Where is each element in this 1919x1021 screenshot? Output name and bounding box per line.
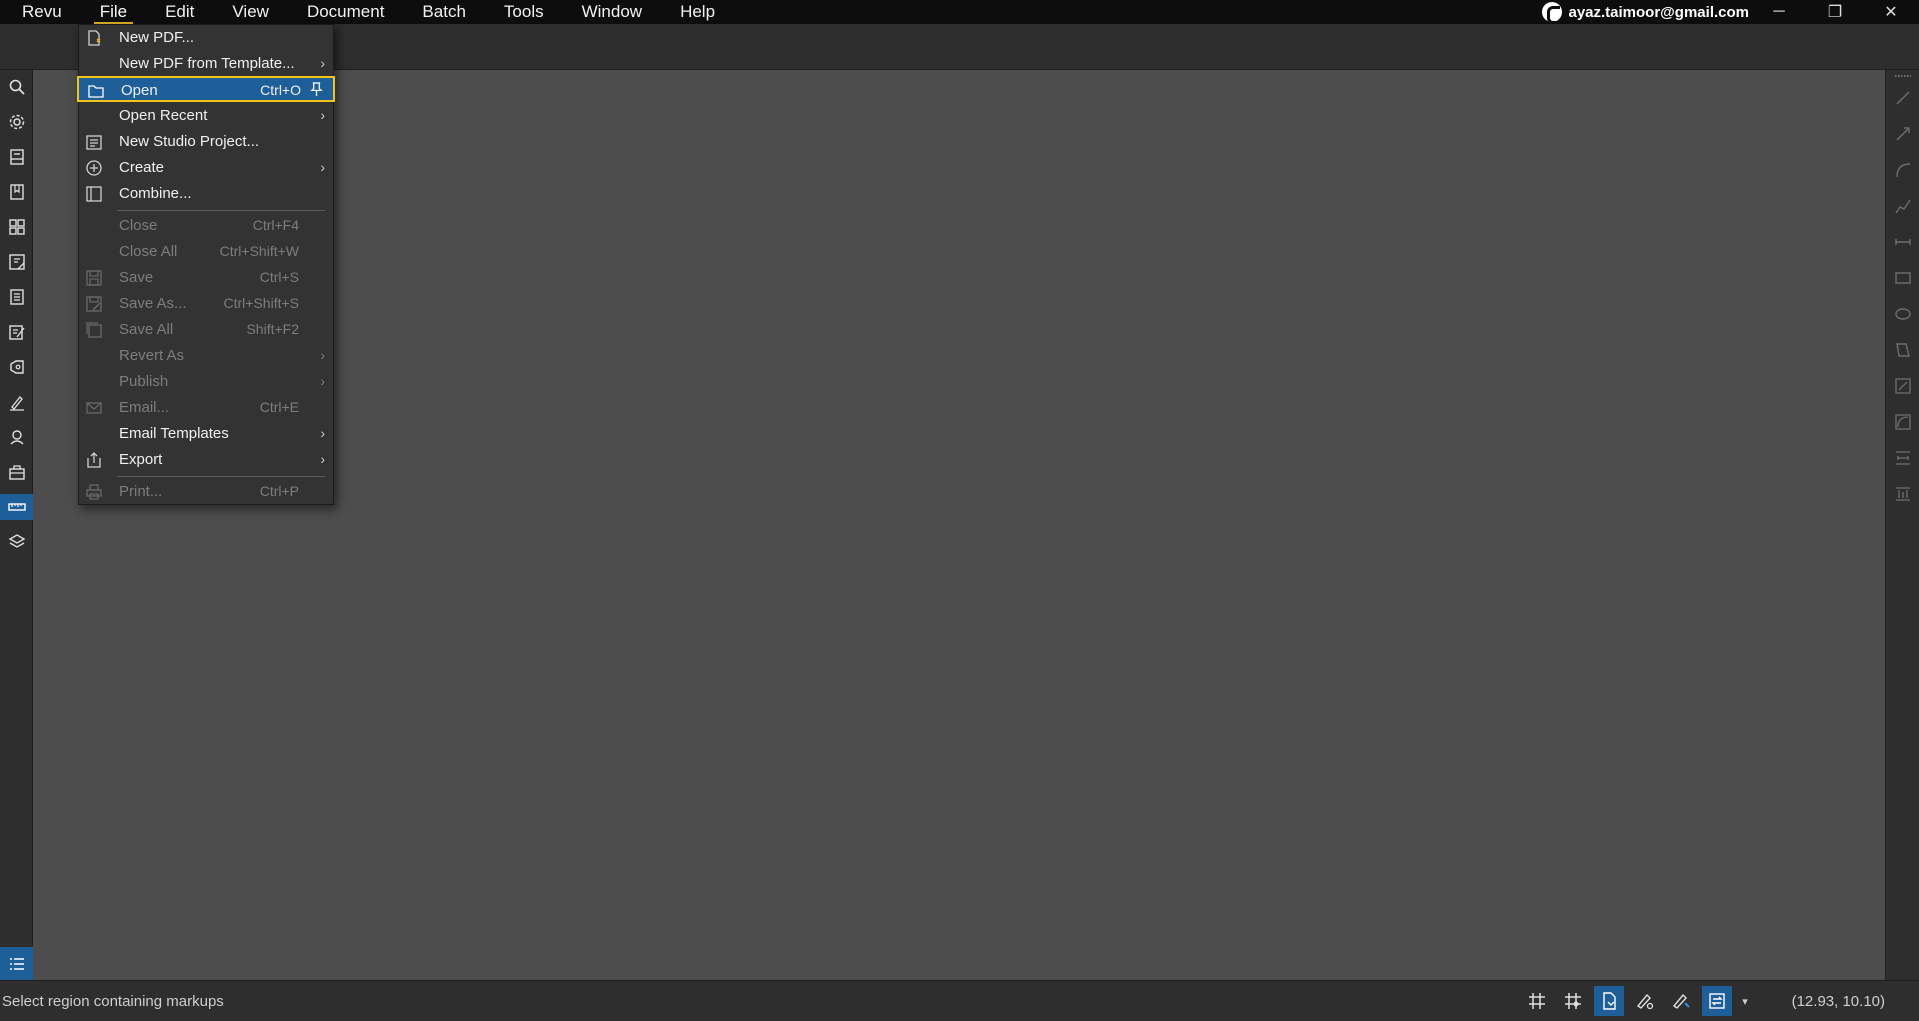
menu-item-new-studio-project[interactable]: New Studio Project...	[79, 129, 333, 155]
status-bar: Select region containing markups ▾ (12.9	[0, 980, 1919, 1021]
properties-icon[interactable]	[4, 284, 30, 310]
chevron-right-icon: ›	[320, 373, 325, 389]
bookmarks-icon[interactable]	[4, 179, 30, 205]
save-as-icon	[84, 294, 104, 314]
status-message: Select region containing markups	[2, 993, 224, 1010]
menu-window[interactable]: Window	[563, 0, 661, 24]
menu-batch[interactable]: Batch	[403, 0, 484, 24]
folder-icon	[86, 81, 106, 101]
menu-document[interactable]: Document	[288, 0, 403, 24]
chevron-down-icon[interactable]: ▾	[1738, 986, 1752, 1016]
area-tool-icon[interactable]	[1893, 376, 1913, 396]
dimension-tool-icon[interactable]	[1893, 232, 1913, 252]
arc-tool-icon[interactable]	[1893, 160, 1913, 180]
menu-tools[interactable]: Tools	[485, 0, 563, 24]
menu-item-create[interactable]: Create ›	[79, 155, 333, 181]
menu-item-save-all[interactable]: Save All Shift+F2	[79, 317, 333, 343]
menu-item-close-all[interactable]: Close All Ctrl+Shift+W	[79, 239, 333, 265]
studio-project-icon	[84, 132, 104, 152]
menu-separator	[117, 210, 325, 211]
window-controls: ─ ❐ ✕	[1751, 0, 1919, 24]
sync-icon[interactable]	[1702, 986, 1732, 1016]
bluebeam-logo-icon	[1542, 2, 1563, 24]
places-icon[interactable]	[4, 424, 30, 450]
left-panel-bar	[0, 70, 33, 980]
snap-to-content-icon[interactable]	[1594, 986, 1624, 1016]
chevron-right-icon: ›	[320, 451, 325, 467]
markups-list-icon[interactable]	[4, 319, 30, 345]
right-tool-bar	[1885, 70, 1919, 980]
menu-item-save-as[interactable]: Save As... Ctrl+Shift+S	[79, 291, 333, 317]
chevron-right-icon: ›	[320, 159, 325, 175]
new-pdf-icon	[84, 28, 104, 48]
thumbnails-icon[interactable]	[4, 214, 30, 240]
ellipse-tool-icon[interactable]	[1893, 304, 1913, 324]
sheets-icon[interactable]	[4, 249, 30, 275]
save-all-icon	[84, 320, 104, 340]
close-button[interactable]: ✕	[1863, 0, 1919, 24]
menu-item-save[interactable]: Save Ctrl+S	[79, 265, 333, 291]
gear-icon[interactable]	[4, 109, 30, 135]
snap-to-grid-icon[interactable]	[1558, 986, 1588, 1016]
account-button[interactable]: ayaz.taimoor@gmail.com	[1542, 0, 1749, 24]
export-icon	[84, 450, 104, 470]
menu-revu[interactable]: Revu	[0, 0, 81, 24]
cursor-coordinates: (12.93, 10.10)	[1791, 993, 1885, 1010]
combine-icon	[84, 184, 104, 204]
print-icon	[84, 482, 104, 502]
reuse-markup-icon[interactable]	[1666, 986, 1696, 1016]
grid-icon[interactable]	[1522, 986, 1552, 1016]
file-access-icon[interactable]	[4, 144, 30, 170]
save-icon	[84, 268, 104, 288]
menu-file[interactable]: File	[81, 0, 146, 24]
status-toolbar: ▾	[1522, 986, 1752, 1016]
arrow-tool-icon[interactable]	[1893, 124, 1913, 144]
menu-view[interactable]: View	[213, 0, 288, 24]
menu-help[interactable]: Help	[661, 0, 734, 24]
markups-list-toggle-icon[interactable]	[0, 947, 33, 980]
revu-window: Revu File Edit View Document Batch Tools…	[0, 0, 1919, 1021]
menu-item-email-templates[interactable]: Email Templates ›	[79, 421, 333, 447]
menu-item-open[interactable]: Open Ctrl+O	[77, 76, 335, 102]
menu-item-export[interactable]: Export ›	[79, 447, 333, 473]
file-menu-dropdown: New PDF... New PDF from Template... › Op…	[77, 24, 335, 505]
tool-chest-icon[interactable]	[4, 354, 30, 380]
line-tool-icon[interactable]	[1893, 88, 1913, 108]
menu-item-open-recent[interactable]: Open Recent ›	[79, 103, 333, 129]
signatures-icon[interactable]	[4, 389, 30, 415]
menu-separator	[117, 476, 325, 477]
chevron-right-icon: ›	[320, 347, 325, 363]
menu-bar: Revu File Edit View Document Batch Tools…	[0, 0, 1919, 24]
menu-item-publish[interactable]: Publish ›	[79, 369, 333, 395]
chevron-right-icon: ›	[320, 425, 325, 441]
count-tool-icon[interactable]	[1893, 484, 1913, 504]
menu-item-print[interactable]: Print... Ctrl+P	[79, 479, 333, 505]
perimeter-tool-icon[interactable]	[1893, 412, 1913, 432]
email-icon	[84, 398, 104, 418]
snap-to-markup-icon[interactable]	[1630, 986, 1660, 1016]
chevron-right-icon: ›	[320, 107, 325, 123]
menu-item-new-pdf[interactable]: New PDF...	[79, 25, 333, 51]
length-tool-icon[interactable]	[1893, 448, 1913, 468]
rectangle-tool-icon[interactable]	[1893, 268, 1913, 288]
menu-item-revert-as[interactable]: Revert As ›	[79, 343, 333, 369]
menu-item-close[interactable]: Close Ctrl+F4	[79, 213, 333, 239]
menu-item-email[interactable]: Email... Ctrl+E	[79, 395, 333, 421]
menu-item-new-pdf-from-template[interactable]: New PDF from Template... ›	[79, 51, 333, 77]
chevron-right-icon: ›	[320, 55, 325, 71]
measurements-icon[interactable]	[0, 494, 33, 520]
toolbox-icon[interactable]	[4, 459, 30, 485]
polyline-tool-icon[interactable]	[1893, 196, 1913, 216]
plus-circle-icon	[84, 158, 104, 178]
menu-item-combine[interactable]: Combine...	[79, 181, 333, 207]
pin-icon[interactable]	[310, 82, 323, 101]
account-email: ayaz.taimoor@gmail.com	[1568, 3, 1749, 21]
minimize-button[interactable]: ─	[1751, 0, 1807, 24]
layers-icon[interactable]	[4, 529, 30, 555]
search-icon[interactable]	[4, 74, 30, 100]
menu-edit[interactable]: Edit	[146, 0, 213, 24]
polygon-tool-icon[interactable]	[1893, 340, 1913, 360]
restore-button[interactable]: ❐	[1807, 0, 1863, 24]
grip-handle-icon[interactable]	[1893, 72, 1913, 80]
